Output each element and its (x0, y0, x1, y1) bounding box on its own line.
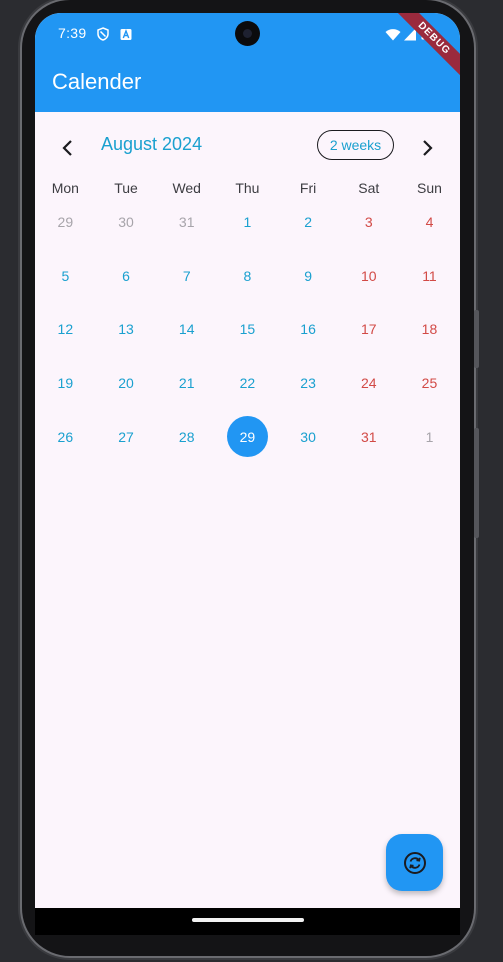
day-cell[interactable]: 27 (96, 410, 157, 464)
format-toggle-button[interactable]: 2 weeks (317, 130, 394, 160)
month-title[interactable]: August 2024 (101, 134, 202, 155)
day-cell[interactable]: 31 (338, 410, 399, 464)
day-number: 23 (300, 374, 316, 391)
day-number: 22 (239, 374, 256, 391)
day-number: 20 (118, 374, 134, 391)
day-number: 1 (425, 428, 434, 445)
day-cell[interactable]: 14 (156, 302, 217, 356)
day-number: 31 (178, 213, 195, 230)
day-cell[interactable]: 31 (156, 195, 217, 249)
day-number: 8 (243, 267, 252, 284)
day-number: 2 (304, 213, 312, 230)
day-number: 5 (61, 267, 70, 284)
day-number: 30 (118, 213, 134, 230)
a-badge-icon (120, 26, 132, 45)
day-number: 28 (178, 428, 195, 445)
day-number: 19 (57, 374, 74, 391)
day-cell[interactable]: 9 (278, 249, 339, 303)
week-row: 29 30 31 1 2 3 4 (35, 195, 460, 249)
debug-label: DEBUG (393, 13, 460, 80)
week-row: 5 6 7 8 9 10 11 (35, 249, 460, 303)
day-cell[interactable]: 10 (338, 249, 399, 303)
day-number: 1 (243, 213, 252, 230)
day-number: 30 (300, 428, 316, 445)
day-number: 18 (421, 321, 438, 338)
day-number: 14 (178, 321, 195, 338)
app-title: Calender (52, 69, 142, 94)
chevron-left-icon (62, 140, 72, 156)
front-camera (235, 21, 260, 46)
prev-month-button[interactable] (56, 136, 80, 160)
day-cell[interactable]: 30 (96, 195, 157, 249)
sync-circle-icon (403, 851, 426, 874)
week-row: 19 20 21 22 23 24 25 (35, 356, 460, 410)
day-number: 3 (364, 213, 373, 230)
day-number: 10 (360, 267, 377, 284)
day-cell[interactable]: 30 (278, 410, 339, 464)
week-row: 26 27 28 29 30 31 1 (35, 410, 460, 464)
home-gesture-handle[interactable] (192, 918, 304, 922)
day-number: 21 (178, 374, 195, 391)
status-time: 7:39 (58, 25, 87, 41)
day-cell[interactable]: 28 (156, 410, 217, 464)
day-cell[interactable]: 20 (96, 356, 157, 410)
day-cell[interactable]: 6 (96, 249, 157, 303)
day-number: 6 (122, 267, 130, 284)
day-number: 15 (239, 321, 256, 338)
day-cell[interactable]: 18 (399, 302, 460, 356)
debug-banner: DEBUG (380, 13, 460, 93)
day-cell[interactable]: 15 (217, 302, 278, 356)
day-cell-selected[interactable]: 29 (217, 410, 278, 464)
day-cell[interactable]: 24 (338, 356, 399, 410)
shield-icon (96, 26, 110, 45)
day-number: 13 (118, 321, 134, 338)
day-number: 29 (239, 428, 256, 445)
day-cell[interactable]: 22 (217, 356, 278, 410)
volume-button (474, 428, 479, 538)
day-cell[interactable]: 3 (338, 195, 399, 249)
day-number: 4 (425, 213, 434, 230)
day-cell[interactable]: 29 (35, 195, 96, 249)
power-button (474, 310, 479, 368)
day-cell[interactable]: 23 (278, 356, 339, 410)
day-cell[interactable]: 25 (399, 356, 460, 410)
day-cell[interactable]: 5 (35, 249, 96, 303)
day-cell[interactable]: 13 (96, 302, 157, 356)
day-cell[interactable]: 7 (156, 249, 217, 303)
day-cell[interactable]: 16 (278, 302, 339, 356)
day-number: 16 (300, 321, 316, 338)
day-number: 29 (57, 213, 74, 230)
day-cell[interactable]: 8 (217, 249, 278, 303)
day-number: 12 (57, 321, 74, 338)
day-cell[interactable]: 12 (35, 302, 96, 356)
app-bar: 7:39 DEBUG Calender (35, 13, 460, 112)
day-cell[interactable]: 11 (399, 249, 460, 303)
day-cell[interactable]: 4 (399, 195, 460, 249)
sync-fab-button[interactable] (386, 834, 443, 891)
day-number: 9 (304, 267, 312, 284)
day-number: 31 (360, 428, 377, 445)
day-number: 17 (360, 321, 377, 338)
next-month-button[interactable] (415, 136, 439, 160)
day-number: 7 (182, 267, 191, 284)
day-number: 24 (360, 374, 377, 391)
day-cell[interactable]: 19 (35, 356, 96, 410)
day-cell[interactable]: 26 (35, 410, 96, 464)
day-cell[interactable]: 2 (278, 195, 339, 249)
day-number: 26 (57, 428, 74, 445)
day-cell[interactable]: 1 (217, 195, 278, 249)
day-number: 27 (118, 428, 134, 445)
day-cell[interactable]: 17 (338, 302, 399, 356)
chevron-right-icon (423, 140, 433, 156)
calendar-grid: 29 30 31 1 2 3 4 5 6 7 8 9 10 11 12 13 14 15 16 17 18 19 20 21 2… (35, 195, 460, 463)
week-row: 12 13 14 15 16 17 18 (35, 302, 460, 356)
day-cell[interactable]: 21 (156, 356, 217, 410)
day-cell[interactable]: 1 (399, 410, 460, 464)
day-number: 11 (422, 267, 437, 284)
screen: 7:39 DEBUG Calender August 2024 2 weeks … (35, 13, 460, 935)
system-nav-bar (35, 908, 460, 935)
day-number: 25 (421, 374, 438, 391)
